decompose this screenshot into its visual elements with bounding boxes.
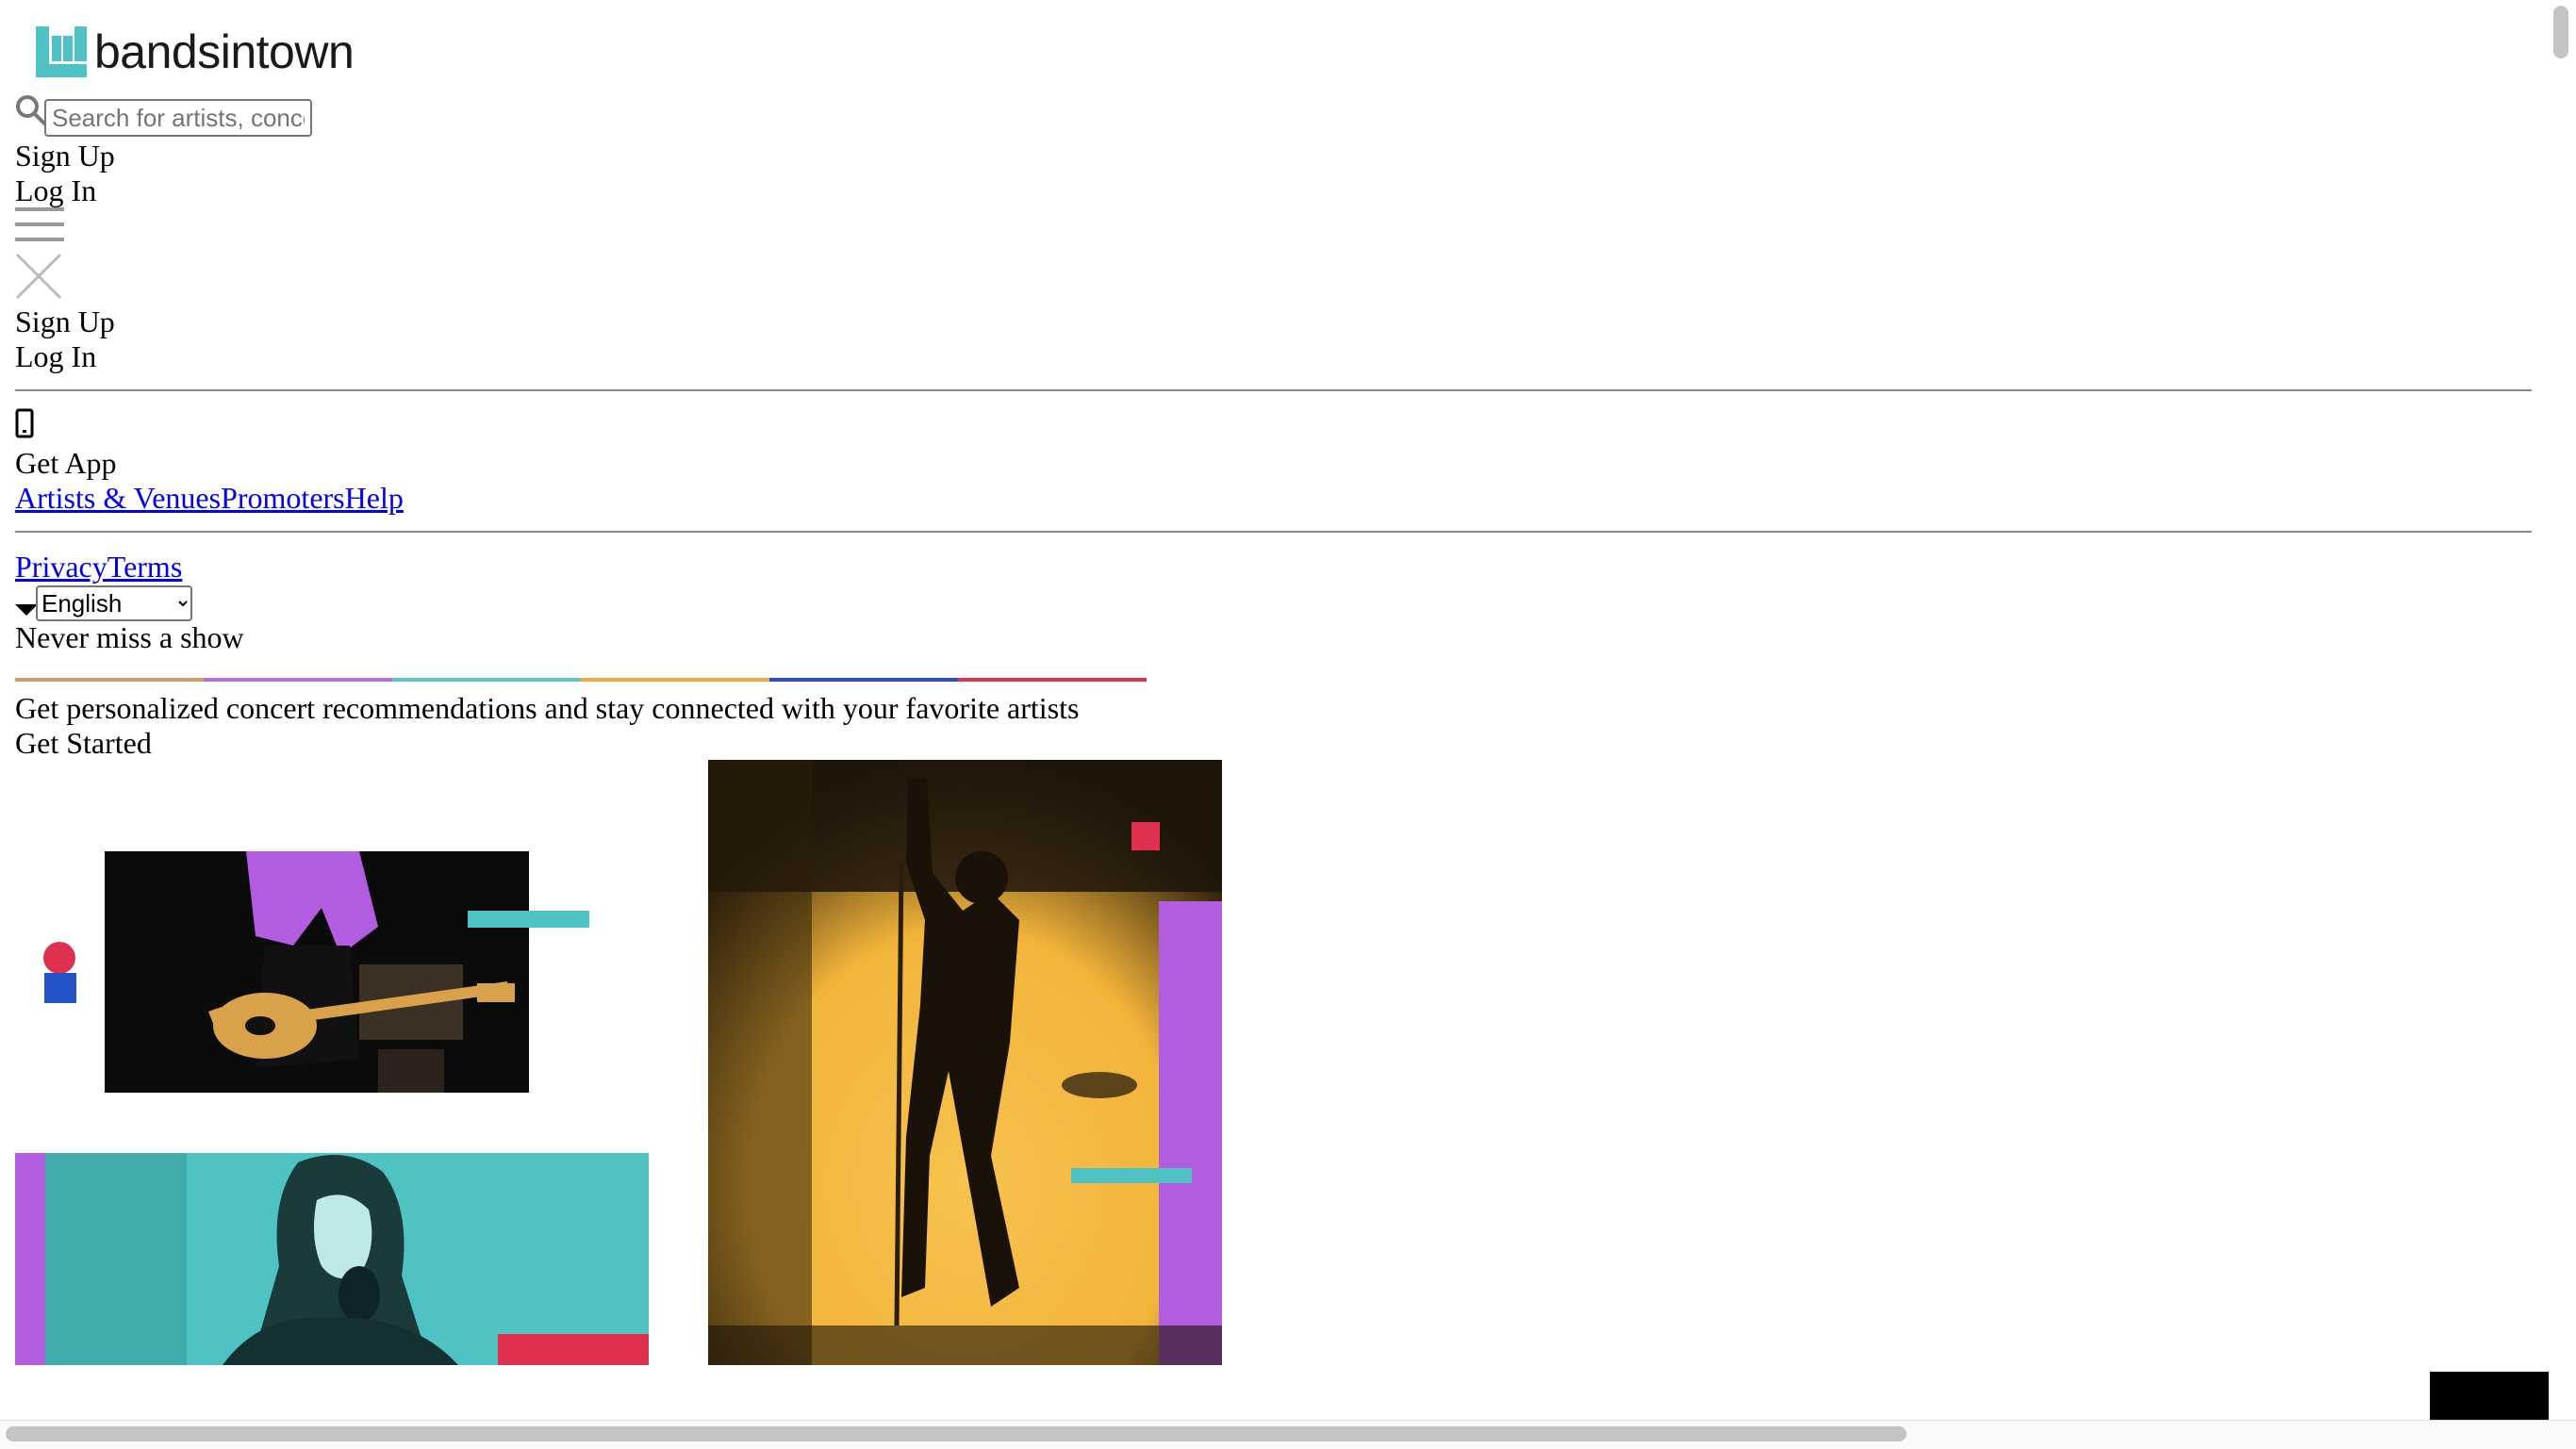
color-bar-segment	[581, 678, 769, 682]
hero-subtitle: Get personalized concert recommendations…	[15, 691, 1080, 725]
close-icon[interactable]	[15, 253, 62, 300]
decorative-teal-bar	[468, 911, 589, 928]
horizontal-scrollbar-thumb[interactable]	[6, 1426, 1907, 1441]
bassist-photo	[105, 851, 529, 1093]
bandsintown-logo-icon	[36, 26, 87, 77]
get-started-button[interactable]: Get Started	[15, 726, 152, 761]
caret-down-icon	[15, 604, 38, 616]
search-bar	[15, 95, 312, 140]
divider-top	[15, 389, 2532, 391]
singer-photo	[708, 760, 1222, 1365]
language-selector: English	[15, 585, 192, 621]
menu-links: Artists & VenuesPromotersHelp	[15, 481, 404, 516]
color-bar-segment	[958, 678, 1147, 682]
decorative-pink-square	[1131, 822, 1160, 850]
decorative-square	[44, 973, 76, 1003]
color-bar-segment	[392, 678, 581, 682]
search-icon[interactable]	[15, 94, 47, 126]
privacy-link[interactable]: Privacy	[15, 550, 107, 584]
color-bar-segment	[15, 678, 204, 682]
logo-text: bandsintown	[94, 25, 355, 78]
artists-venues-link[interactable]: Artists & Venues	[15, 481, 221, 515]
get-app-link[interactable]: Get App	[15, 446, 117, 481]
singer-illustration	[708, 760, 1222, 1365]
vertical-scrollbar-thumb[interactable]	[2553, 6, 2568, 58]
floating-widget[interactable]	[2430, 1372, 2549, 1420]
color-bar-segment	[769, 678, 958, 682]
color-bar-segment	[204, 678, 392, 682]
menu-signup[interactable]: Sign Up	[15, 305, 115, 339]
terms-link[interactable]: Terms	[107, 550, 183, 584]
header-signup[interactable]: Sign Up	[15, 139, 115, 173]
teal-singer-photo	[15, 1153, 649, 1365]
promoters-link[interactable]: Promoters	[221, 481, 345, 515]
bassist-illustration	[105, 851, 529, 1093]
decorative-circle	[43, 942, 75, 974]
logo[interactable]: bandsintown	[36, 25, 355, 78]
hero-title: Never miss a show	[15, 620, 244, 654]
divider-bottom	[15, 531, 2532, 533]
menu-login[interactable]: Log In	[15, 339, 96, 374]
search-input[interactable]	[44, 99, 312, 137]
help-link[interactable]: Help	[345, 481, 404, 515]
teal-singer-illustration	[15, 1153, 649, 1365]
language-select[interactable]: English	[36, 585, 192, 621]
decorative-teal-bar	[1071, 1168, 1192, 1183]
header-login[interactable]: Log In	[15, 173, 96, 208]
mobile-phone-icon	[15, 408, 34, 438]
legal-links: PrivacyTerms	[15, 550, 182, 585]
hamburger-menu-icon[interactable]	[15, 206, 64, 245]
